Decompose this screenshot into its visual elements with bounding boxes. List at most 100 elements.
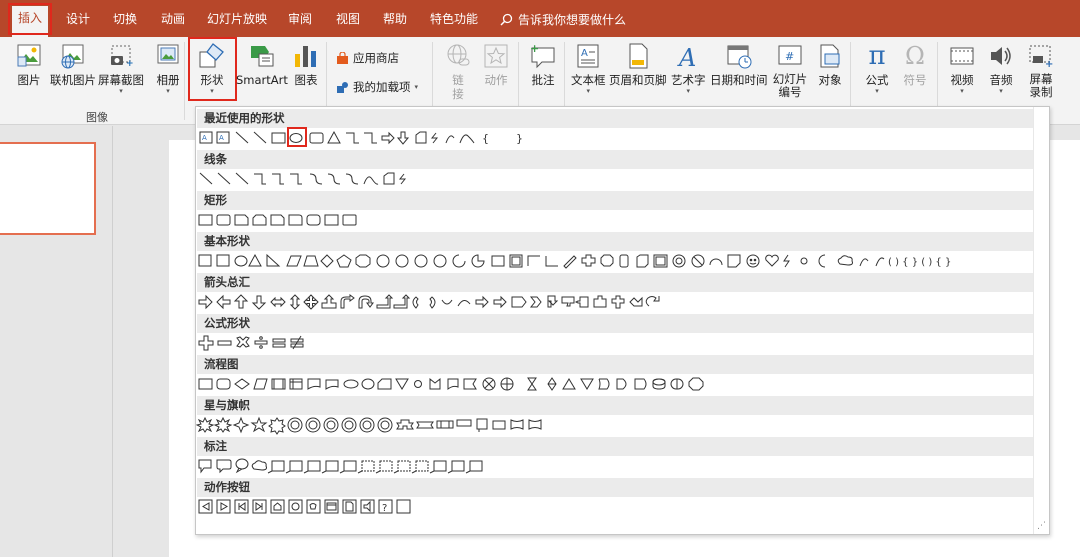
equation-shapes[interactable] xyxy=(198,335,304,351)
wordart-button[interactable]: A 艺术字 ▾ xyxy=(671,42,706,95)
screenshot-icon: + xyxy=(111,45,134,69)
shape-line[interactable] xyxy=(235,131,249,144)
tab-slideshow[interactable]: 幻灯片放映 xyxy=(207,11,267,27)
link-icon xyxy=(447,44,470,66)
screen-record-button[interactable]: + 屏幕录制 xyxy=(1026,42,1056,99)
tab-view[interactable]: 视图 xyxy=(336,11,360,27)
rectangle-shapes[interactable] xyxy=(198,214,357,226)
action-button-shapes[interactable]: ? xyxy=(198,499,411,514)
shape-elbow-connector[interactable] xyxy=(346,132,359,144)
recent-shapes: A A { } xyxy=(199,130,523,145)
action-label: 动作 xyxy=(484,73,508,87)
comment-icon: + xyxy=(530,42,555,69)
online-picture-button[interactable]: 联机图片 xyxy=(50,42,96,87)
object-button[interactable]: 对象 xyxy=(815,42,845,87)
header-footer-button[interactable]: 页眉和页脚 xyxy=(609,42,667,87)
tab-special-features[interactable]: 特色功能 xyxy=(430,11,478,27)
shape-row-stars xyxy=(196,415,576,435)
smartart-icon xyxy=(250,46,274,67)
shape-right-arrow[interactable] xyxy=(381,131,395,145)
shape-textbox-horizontal[interactable]: A xyxy=(199,131,213,144)
shapes-button[interactable]: 形状 ▾ xyxy=(197,42,227,95)
tab-insert-label: 插入 xyxy=(18,11,43,25)
slide-number-label: 幻灯片编号 xyxy=(772,72,808,99)
svg-text:#: # xyxy=(785,50,794,63)
album-label: 相册 xyxy=(156,73,180,87)
screenshot-label: 屏幕截图 xyxy=(98,73,144,87)
tab-help[interactable]: 帮助 xyxy=(383,11,407,27)
shape-arc[interactable] xyxy=(459,134,475,144)
slide-number-button[interactable]: # 幻灯片编号 xyxy=(772,42,808,99)
shape-row-lines xyxy=(196,169,456,189)
shape-oval[interactable] xyxy=(289,133,303,143)
action-button[interactable]: 动作 xyxy=(481,42,511,87)
equation-dropdown-icon: ▾ xyxy=(875,87,879,95)
audio-button[interactable]: 音频 ▾ xyxy=(986,42,1016,95)
shape-row-recent: A A { } xyxy=(196,128,536,148)
shape-textbox-vertical[interactable]: A xyxy=(216,131,230,144)
shape-rectangle[interactable] xyxy=(271,132,286,144)
svg-text:( ) { } ( ) { }: ( ) { } ( ) { } xyxy=(888,257,951,268)
slide-thumbnail[interactable] xyxy=(0,142,96,235)
picture-button[interactable]: 图片 xyxy=(14,42,44,87)
category-block-arrows: 箭头总汇 xyxy=(197,273,1034,292)
star-banner-shapes[interactable] xyxy=(196,416,542,435)
chart-label: 图表 xyxy=(294,73,318,87)
video-button[interactable]: 视频 ▾ xyxy=(947,42,977,95)
tab-design[interactable]: 设计 xyxy=(66,11,90,27)
my-addins-dropdown-icon: ▾ xyxy=(414,83,419,91)
datetime-button[interactable]: 日期和时间 xyxy=(710,42,768,87)
shapes-label: 形状 xyxy=(200,73,224,87)
album-button[interactable]: 相册 ▾ xyxy=(153,42,183,95)
textbox-button[interactable]: A 文本框 ▾ xyxy=(571,42,606,95)
category-basic-shapes: 基本形状 xyxy=(197,232,1034,251)
video-icon xyxy=(950,47,974,65)
object-icon xyxy=(820,44,840,68)
wordart-dropdown-icon: ▾ xyxy=(686,87,690,95)
link-button[interactable]: 链接 xyxy=(443,42,473,101)
shape-snip-rectangle[interactable] xyxy=(415,131,427,144)
datetime-label: 日期和时间 xyxy=(710,73,768,87)
equation-button[interactable]: π 公式 ▾ xyxy=(862,42,892,95)
svg-text:A: A xyxy=(581,48,588,59)
svg-text:+: + xyxy=(530,42,539,55)
tab-insert[interactable]: 插入 xyxy=(8,3,53,37)
gallery-scrollbar[interactable] xyxy=(1033,107,1049,534)
comment-button[interactable]: + 批注 xyxy=(528,42,558,87)
shape-elbow-arrow-connector[interactable] xyxy=(364,132,377,144)
shape-curve[interactable] xyxy=(445,135,455,144)
slide-number-icon: # xyxy=(778,45,802,65)
shape-down-arrow[interactable] xyxy=(396,131,410,145)
calendar-icon xyxy=(727,45,752,69)
shape-rounded-rectangle[interactable] xyxy=(309,132,324,144)
comment-label: 批注 xyxy=(531,73,555,87)
pi-icon: π xyxy=(868,41,886,71)
tab-transitions[interactable]: 切换 xyxy=(113,11,137,27)
tell-me-box[interactable]: 告诉我你想要做什么 xyxy=(500,11,626,28)
tab-animations[interactable]: 动画 xyxy=(161,11,185,27)
tab-review[interactable]: 审阅 xyxy=(288,11,312,27)
smartart-button[interactable]: SmartArt xyxy=(236,42,288,87)
category-recently-used: 最近使用的形状 xyxy=(197,109,1034,128)
object-label: 对象 xyxy=(818,73,842,87)
arrow-shapes[interactable] xyxy=(198,294,660,310)
shape-freeform[interactable] xyxy=(430,132,439,144)
symbol-button[interactable]: Ω 符号 xyxy=(900,42,930,87)
flowchart-shapes[interactable] xyxy=(198,377,704,391)
screenshot-button[interactable]: + 屏幕截图 ▾ xyxy=(98,42,144,95)
svg-text:+: + xyxy=(126,59,134,69)
shape-triangle[interactable] xyxy=(327,130,341,144)
app-store-button[interactable]: 应用商店 xyxy=(336,50,399,66)
chart-button[interactable]: 图表 xyxy=(291,42,321,87)
shapes-icon xyxy=(199,43,224,68)
resize-grip-icon[interactable]: ⋰ xyxy=(1037,521,1046,531)
addins-icon xyxy=(337,81,348,93)
basic-shapes[interactable]: ( ) { } ( ) { } xyxy=(198,253,951,269)
category-stars-banners: 星与旗帜 xyxy=(197,396,1034,415)
my-addins-button[interactable]: 我的加载项 ▾ xyxy=(336,79,418,95)
shape-arrow-line[interactable] xyxy=(253,131,267,144)
shape-left-brace[interactable]: { xyxy=(482,132,489,145)
shape-right-brace[interactable]: } xyxy=(516,132,523,145)
callout-shapes[interactable] xyxy=(198,458,483,474)
line-shapes[interactable] xyxy=(199,172,407,185)
